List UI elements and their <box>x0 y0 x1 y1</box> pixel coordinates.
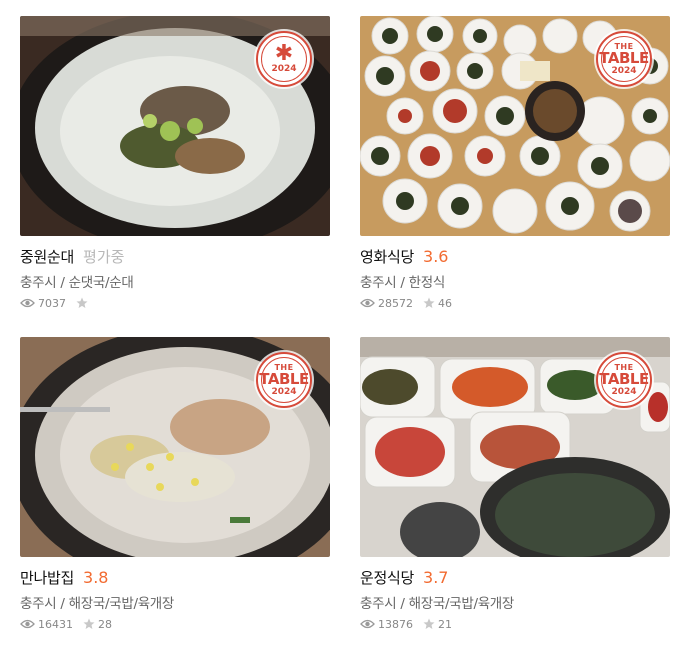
restaurant-card-2[interactable]: THE TABLE 2024 영화식당 3.6 충주시 / 한정식 28572 … <box>360 16 670 312</box>
eye-icon <box>360 619 375 629</box>
restaurant-card-1[interactable]: ✱ 2024 중원순대 평가중 충주시 / 순댓국/순대 7037 <box>20 16 330 312</box>
restaurant-score: 3.8 <box>83 568 109 587</box>
eye-icon <box>20 298 35 308</box>
award-badge: ✱ 2024 <box>256 31 312 87</box>
restaurant-name[interactable]: 만나밥집 <box>20 567 74 588</box>
restaurant-photo[interactable]: THE TABLE 2024 <box>360 16 670 236</box>
restaurant-meta: 충주시 / 해장국/국밥/육개장 <box>360 596 515 612</box>
restaurant-photo[interactable]: THE TABLE 2024 <box>20 337 330 557</box>
restaurant-card-4[interactable]: THE TABLE 2024 운정식당 3.7 충주시 / 해장국/국밥/육개장… <box>360 337 670 633</box>
restaurant-name[interactable]: 영화식당 <box>360 246 414 267</box>
restaurant-photo[interactable]: THE TABLE 2024 <box>360 337 670 557</box>
favorite-count: 46 <box>438 296 452 310</box>
restaurant-meta: 충주시 / 한정식 <box>360 275 445 291</box>
star-icon <box>76 297 88 308</box>
favorite-count: 21 <box>438 617 452 631</box>
the-table-award-badge: THE TABLE 2024 <box>596 352 652 408</box>
eye-icon <box>20 619 35 629</box>
the-table-award-badge: THE TABLE 2024 <box>256 352 312 408</box>
view-count: 28572 <box>378 296 413 310</box>
restaurant-meta: 충주시 / 순댓국/순대 <box>20 275 134 291</box>
eye-icon <box>360 298 375 308</box>
view-count: 7037 <box>38 296 66 310</box>
star-icon <box>423 297 435 308</box>
restaurant-photo[interactable]: ✱ 2024 <box>20 16 330 236</box>
restaurant-score: 3.6 <box>423 247 449 266</box>
the-table-award-badge: THE TABLE 2024 <box>596 31 652 87</box>
restaurant-score: 평가중 <box>83 248 125 266</box>
restaurant-name[interactable]: 운정식당 <box>360 567 414 588</box>
star-icon <box>83 618 95 629</box>
restaurant-score: 3.7 <box>423 568 449 587</box>
favorite-count: 28 <box>98 617 112 631</box>
view-count: 13876 <box>378 617 413 631</box>
restaurant-card-3[interactable]: THE TABLE 2024 만나밥집 3.8 충주시 / 해장국/국밥/육개장… <box>20 337 330 633</box>
restaurant-meta: 충주시 / 해장국/국밥/육개장 <box>20 596 175 612</box>
star-icon <box>423 618 435 629</box>
restaurant-name[interactable]: 중원순대 <box>20 246 74 267</box>
view-count: 16431 <box>38 617 73 631</box>
